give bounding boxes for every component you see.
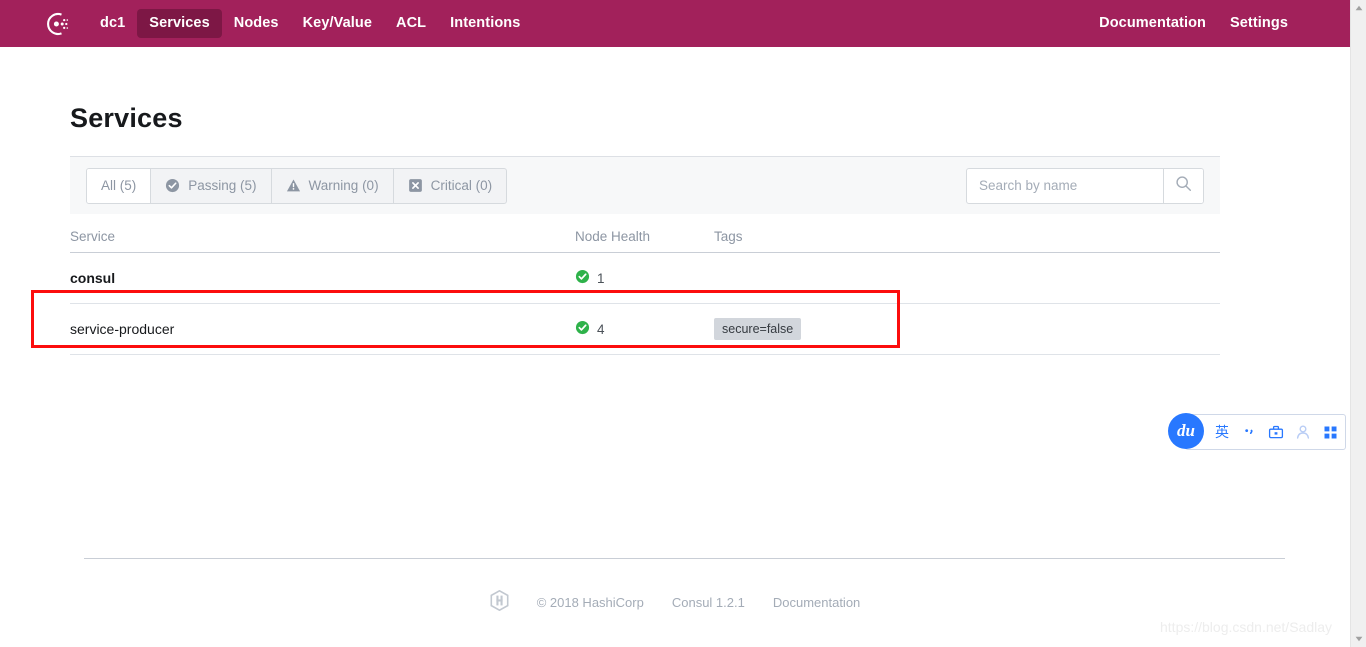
punctuation-mode[interactable] xyxy=(1241,425,1257,440)
check-circle-icon xyxy=(165,178,180,193)
nav-item-services[interactable]: Services xyxy=(137,9,221,38)
filter-critical-label: Critical (0) xyxy=(431,178,493,193)
filter-toolbar: All (5) Passing (5) xyxy=(70,156,1220,214)
nav-item-nodes[interactable]: Nodes xyxy=(222,9,291,38)
warning-triangle-icon xyxy=(286,178,301,193)
ime-floating-toolbar[interactable]: du 英 xyxy=(1185,414,1346,450)
search-icon xyxy=(1175,175,1192,197)
scroll-up-arrow-icon[interactable] xyxy=(1351,0,1366,16)
tags-cell: secure=false xyxy=(714,318,1220,340)
page-footer: © 2018 HashiCorp Consul 1.2.1 Documentat… xyxy=(0,590,1350,614)
toolbox-icon[interactable] xyxy=(1268,424,1284,440)
nav-item-documentation[interactable]: Documentation xyxy=(1095,9,1210,38)
services-table: Service Node Health Tags consul 1 xyxy=(70,214,1220,355)
nav-item-settings[interactable]: Settings xyxy=(1226,9,1292,38)
vertical-scrollbar[interactable] xyxy=(1350,0,1366,647)
language-mode-english[interactable]: 英 xyxy=(1214,422,1230,442)
secondary-nav: Documentation Settings xyxy=(1095,9,1334,38)
search-button[interactable] xyxy=(1163,169,1203,203)
filter-passing[interactable]: Passing (5) xyxy=(151,169,271,203)
health-filter-group: All (5) Passing (5) xyxy=(86,168,507,204)
node-health-cell: 4 xyxy=(575,320,714,338)
filter-warning-label: Warning (0) xyxy=(309,178,379,193)
footer-copyright: © 2018 HashiCorp xyxy=(537,595,644,610)
nav-item-key-value[interactable]: Key/Value xyxy=(291,9,384,38)
filter-warning[interactable]: Warning (0) xyxy=(272,169,394,203)
footer-version: Consul 1.2.1 xyxy=(672,595,745,610)
x-square-icon xyxy=(408,178,423,193)
baidu-ime-logo-icon[interactable]: du xyxy=(1168,413,1204,449)
service-name-service-producer[interactable]: service-producer xyxy=(70,321,575,337)
node-health-cell: 1 xyxy=(575,269,714,287)
consul-logo-icon[interactable] xyxy=(44,11,70,37)
node-health-count: 4 xyxy=(597,322,605,337)
blog-watermark: https://blog.csdn.net/Sadlay xyxy=(1160,619,1332,635)
column-header-tags: Tags xyxy=(714,229,1220,252)
scroll-down-arrow-icon[interactable] xyxy=(1351,631,1366,647)
footer-documentation-link[interactable]: Documentation xyxy=(773,595,860,610)
table-header-row: Service Node Health Tags xyxy=(70,214,1220,253)
hashicorp-logo-icon xyxy=(490,590,509,614)
node-health-count: 1 xyxy=(597,271,605,286)
grid-menu-icon[interactable] xyxy=(1322,425,1338,440)
top-navigation-bar: dc1 Services Nodes Key/Value ACL Intenti… xyxy=(0,0,1350,47)
main-content: Services All (5) Passing (5) xyxy=(0,47,1350,355)
table-row[interactable]: service-producer 4 secure=false xyxy=(70,304,1220,355)
filter-all-label: All (5) xyxy=(101,178,136,193)
nav-item-datacenter[interactable]: dc1 xyxy=(88,9,137,38)
check-circle-green-icon xyxy=(575,320,590,338)
service-tag: secure=false xyxy=(714,318,801,340)
filter-all[interactable]: All (5) xyxy=(87,169,151,203)
column-header-service: Service xyxy=(70,229,575,252)
service-name-consul[interactable]: consul xyxy=(70,270,575,286)
column-header-node-health: Node Health xyxy=(575,229,714,252)
search-container xyxy=(966,168,1204,204)
browser-viewport: dc1 Services Nodes Key/Value ACL Intenti… xyxy=(0,0,1350,647)
primary-nav: dc1 Services Nodes Key/Value ACL Intenti… xyxy=(88,9,532,38)
user-icon[interactable] xyxy=(1295,424,1311,440)
table-row[interactable]: consul 1 xyxy=(70,253,1220,304)
filter-passing-label: Passing (5) xyxy=(188,178,256,193)
footer-divider xyxy=(84,558,1285,559)
search-input[interactable] xyxy=(967,169,1163,203)
check-circle-green-icon xyxy=(575,269,590,287)
nav-item-intentions[interactable]: Intentions xyxy=(438,9,532,38)
filter-critical[interactable]: Critical (0) xyxy=(394,169,507,203)
page-title: Services xyxy=(0,47,1350,134)
nav-item-acl[interactable]: ACL xyxy=(384,9,438,38)
